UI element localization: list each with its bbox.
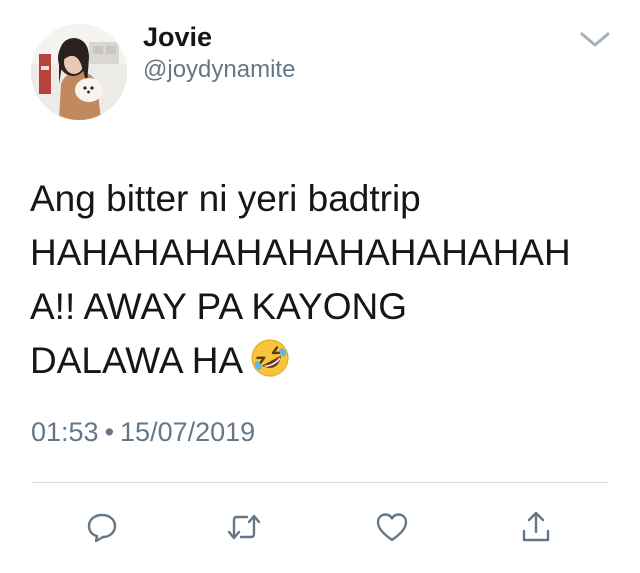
reply-icon (85, 510, 119, 544)
rolling-on-floor-laughing-emoji-icon (249, 337, 291, 379)
retweet-button[interactable] (222, 505, 266, 549)
tweet-text-line: A!! AWAY PA KAYONG (30, 286, 407, 327)
tweet-text: Ang bitter ni yeri badtrip HAHAHAHAHAHAH… (30, 172, 620, 388)
avatar[interactable] (31, 24, 127, 120)
like-icon (374, 510, 410, 544)
tweet-date: 15/07/2019 (120, 417, 256, 447)
like-button[interactable] (370, 505, 414, 549)
tweet-card: Jovie @joydynamite Ang bitter ni yeri ba… (0, 0, 640, 573)
tweet-time: 01:53 (31, 417, 99, 447)
tweet-timestamp[interactable]: 01:53 • 15/07/2019 (31, 412, 255, 452)
user-handle[interactable]: @joydynamite (143, 55, 295, 85)
reply-button[interactable] (80, 505, 124, 549)
tweet-text-line: Ang bitter ni yeri badtrip (30, 178, 421, 219)
chevron-down-icon[interactable] (578, 28, 612, 50)
display-name[interactable]: Jovie (143, 20, 212, 54)
share-icon (519, 509, 553, 545)
retweet-icon (225, 510, 263, 544)
profile-photo-icon (31, 24, 127, 120)
separator-dot: • (104, 417, 115, 447)
divider (31, 482, 609, 483)
tweet-text-line: HAHAHAHAHAHAHAHAHAHAH (30, 232, 571, 273)
share-button[interactable] (514, 505, 558, 549)
tweet-text-line: DALAWA HA (30, 340, 244, 381)
